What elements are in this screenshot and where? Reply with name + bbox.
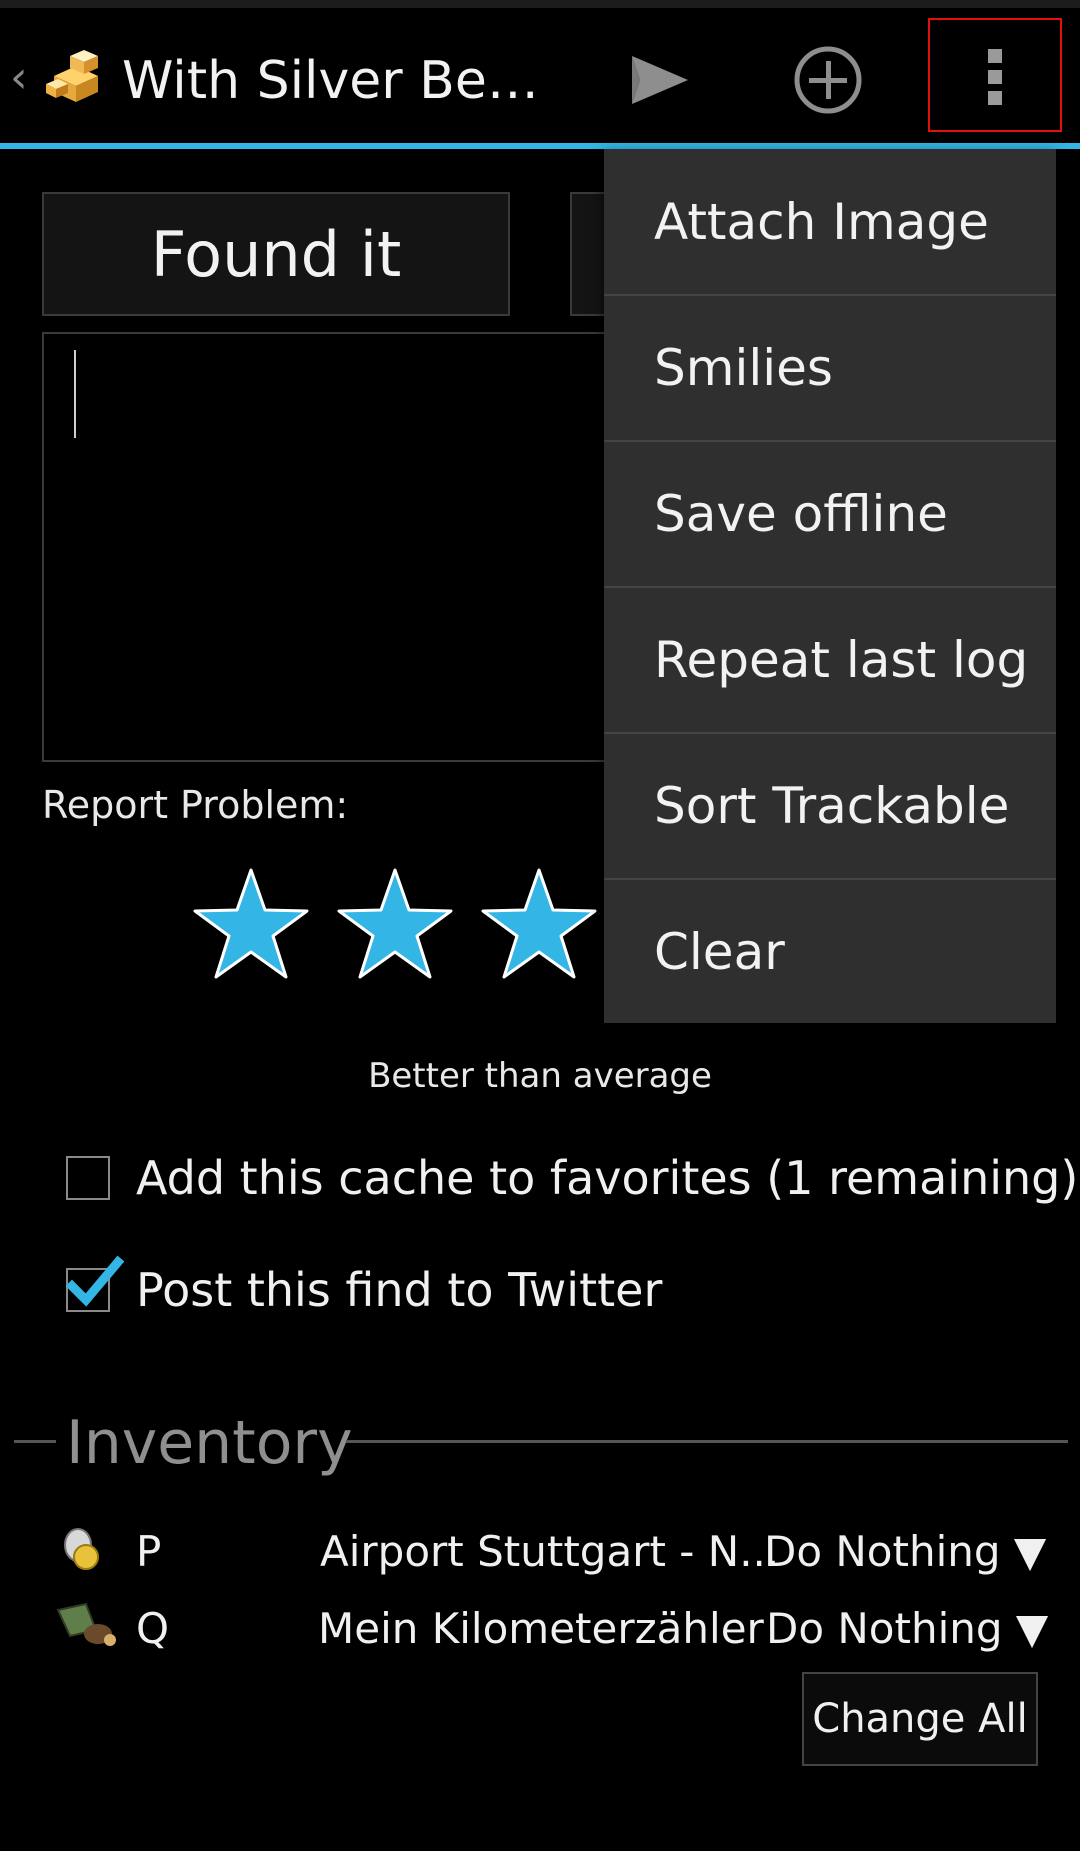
text-cursor: [74, 350, 76, 438]
trackable-name: Airport Stuttgart - N...: [320, 1527, 780, 1576]
rating-description: Better than average: [368, 1056, 712, 1096]
log-type-button[interactable]: Found it: [42, 192, 510, 316]
menu-item-save-offline[interactable]: Save offline: [604, 441, 1056, 587]
rating-bar[interactable]: [192, 866, 598, 982]
trackable-name: Mein Kilometerzähler: [318, 1604, 764, 1653]
trackable-bug-icon: [56, 1600, 122, 1656]
overflow-menu-button[interactable]: [928, 18, 1062, 132]
page-title: With Silver Bells...: [122, 51, 552, 111]
inventory-divider: [14, 1440, 56, 1443]
inventory-row[interactable]: P CV Airport Stuttgart - N... Do Nothing…: [56, 1517, 1056, 1587]
inventory-title: Inventory: [66, 1408, 353, 1478]
favorites-checkbox[interactable]: [66, 1156, 110, 1200]
menu-item-attach-image[interactable]: Attach Image: [604, 149, 1056, 295]
twitter-label[interactable]: Post this find to Twitter: [136, 1263, 662, 1317]
twitter-checkbox[interactable]: [66, 1256, 124, 1312]
overflow-menu-icon: [988, 49, 1002, 105]
menu-item-clear[interactable]: Clear: [604, 879, 1056, 1025]
twitter-row[interactable]: Post this find to Twitter: [66, 1255, 662, 1325]
cache-boxes-icon[interactable]: [44, 46, 106, 108]
favorites-label[interactable]: Add this cache to favorites (1 remaining…: [136, 1151, 1078, 1205]
checkmark-icon: [66, 1256, 124, 1307]
menu-item-smilies[interactable]: Smilies: [604, 295, 1056, 441]
change-all-button[interactable]: Change All: [802, 1672, 1038, 1766]
report-problem-label[interactable]: Report Problem:: [42, 783, 348, 827]
trackable-coin-icon: [56, 1523, 122, 1579]
chevron-left-icon[interactable]: ‹: [10, 52, 38, 104]
trackable-action-dropdown[interactable]: Do Nothing ▼: [764, 1517, 1046, 1587]
send-icon: [632, 56, 688, 104]
inventory-row[interactable]: Q S Mein Kilometerzähler Do Nothing ▼: [56, 1594, 1056, 1664]
star-icon[interactable]: [480, 866, 598, 982]
add-button[interactable]: [778, 40, 878, 120]
menu-item-repeat-last-log[interactable]: Repeat last log: [604, 587, 1056, 733]
star-icon[interactable]: [336, 866, 454, 982]
trackable-action-dropdown[interactable]: Do Nothing ▼: [766, 1594, 1048, 1664]
favorites-row[interactable]: Add this cache to favorites (1 remaining…: [66, 1143, 1078, 1213]
overflow-menu: Attach Image Smilies Save offline Repeat…: [604, 149, 1056, 1023]
star-icon[interactable]: [192, 866, 310, 982]
status-strip: [0, 0, 1080, 8]
menu-item-sort-trackable[interactable]: Sort Trackable: [604, 733, 1056, 879]
add-circle-icon: [794, 46, 862, 114]
send-button[interactable]: [610, 40, 710, 120]
inventory-divider: [346, 1440, 1068, 1443]
